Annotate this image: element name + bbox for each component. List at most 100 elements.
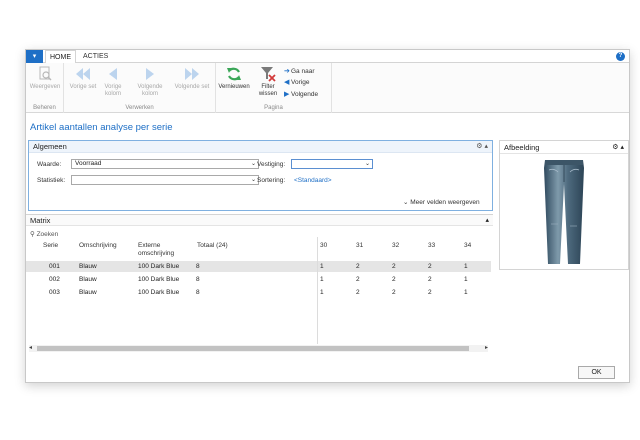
table-row[interactable]: 002 Blauw 100 Dark Blue 8 1 2 2 2 1 (26, 274, 491, 285)
column-header-externe-omschrijving[interactable]: Externe omschrijving (138, 242, 188, 257)
search-label: Zoeken (36, 231, 59, 238)
ok-button[interactable]: OK (578, 366, 615, 379)
settings-icon[interactable]: ⚙ (612, 144, 618, 151)
cell-externe-omschrijving: 100 Dark Blue (138, 289, 180, 296)
vorige-set-label: Vorige set (69, 84, 97, 90)
vernieuwen-label: Vernieuwen (218, 84, 250, 90)
go-to-arrow-icon: ➔ (284, 68, 290, 75)
cell-externe-omschrijving: 100 Dark Blue (138, 276, 180, 283)
search-button[interactable]: ⚲ Zoeken (30, 230, 58, 238)
table-row[interactable]: 003 Blauw 100 Dark Blue 8 1 2 2 2 1 (26, 287, 491, 298)
filter-wissen-label: Filter wissen (258, 84, 278, 97)
vestiging-label: Vestiging: (257, 161, 286, 168)
volgende-set-button[interactable]: Volgende set (174, 66, 210, 91)
volgende-label: Volgende (291, 91, 319, 98)
left-arrow-icon (109, 68, 117, 80)
cell-serie: 002 (49, 276, 60, 283)
chevron-down-icon: ⌄ (403, 199, 409, 206)
clear-filter-icon (261, 67, 276, 82)
volgende-kolom-label: Volgende kolom (137, 84, 163, 97)
ga-naar-button[interactable]: ➔Ga naar (284, 67, 315, 76)
volgende-kolom-button[interactable]: Volgende kolom (132, 66, 168, 97)
page-window: ▾ HOME ACTIES ? Weergeven Beheren Vorige… (25, 49, 630, 383)
sortering-link[interactable]: <Standaard> (294, 177, 332, 184)
settings-icon[interactable]: ⚙ (476, 143, 482, 150)
meer-velden-label: Meer velden weergeven (410, 199, 480, 206)
binoculars-icon: ⚲ (30, 231, 35, 238)
chevron-down-icon: ⌄ (250, 161, 256, 167)
cell-serie: 003 (49, 289, 60, 296)
help-icon[interactable]: ? (616, 52, 625, 61)
filter-wissen-button[interactable]: Filter wissen (254, 66, 282, 97)
waarde-select[interactable]: Voorraad ⌄ (71, 159, 259, 169)
tab-home[interactable]: HOME (45, 50, 76, 64)
cell-omschrijving: Blauw (79, 276, 97, 283)
statistiek-select[interactable]: ⌄ (71, 175, 259, 185)
afbeelding-header[interactable]: Afbeelding ⚙ ▴ (500, 141, 628, 154)
volgende-button[interactable]: ▶ Volgende (284, 90, 318, 99)
scroll-left-icon[interactable]: ◂ (29, 344, 32, 351)
application-menu-button[interactable]: ▾ (26, 50, 43, 63)
matrix-header[interactable]: Matrix ▴ (26, 215, 493, 226)
cell-33: 2 (428, 276, 432, 283)
column-header-32[interactable]: 32 (392, 242, 399, 250)
algemeen-title: Algemeen (33, 142, 67, 151)
algemeen-header[interactable]: Algemeen ⚙ ▴ (29, 141, 492, 153)
double-left-arrow-icon (76, 68, 90, 80)
group-label-pagina: Pagina (264, 105, 283, 111)
weergeven-button[interactable]: Weergeven (28, 66, 62, 91)
column-header-33[interactable]: 33 (428, 242, 435, 250)
column-header-totaal[interactable]: Totaal (24) (197, 242, 228, 250)
ribbon-group-verwerken: Vorige set Vorige kolom Volgende kolom V… (64, 63, 216, 113)
collapse-icon[interactable]: ▴ (620, 144, 624, 151)
cell-31: 2 (356, 263, 360, 270)
vernieuwen-button[interactable]: Vernieuwen (216, 66, 252, 91)
meer-velden-button[interactable]: ⌄ Meer velden weergeven (403, 198, 480, 206)
afbeelding-title: Afbeelding (504, 143, 540, 152)
cell-34: 1 (464, 289, 468, 296)
weergeven-label: Weergeven (29, 84, 61, 90)
cell-totaal: 8 (196, 289, 200, 296)
afbeelding-factbox: Afbeelding ⚙ ▴ (499, 140, 629, 270)
vorige-button[interactable]: ◀ Vorige (284, 78, 309, 87)
ribbon-group-pagina: Vernieuwen Filter wissen ➔Ga naar ◀ Vorig… (216, 63, 332, 113)
cell-32: 2 (392, 276, 396, 283)
column-header-34[interactable]: 34 (464, 242, 471, 250)
factbox-tools: ⚙ ▴ (612, 141, 624, 154)
fasttab-tools: ⚙ ▴ (476, 141, 488, 153)
matrix-title: Matrix (30, 216, 51, 225)
group-label-beheren: Beheren (33, 105, 56, 111)
vestiging-select[interactable]: ⌄ (291, 159, 373, 169)
horizontal-scrollbar[interactable]: ◂ ▸ (29, 345, 488, 352)
table-row[interactable]: 001 Blauw 100 Dark Blue 8 1 2 2 2 1 (26, 261, 491, 272)
chevron-down-icon: ⌄ (250, 177, 256, 183)
matrix-part: Matrix ▴ ⚲ Zoeken Serie Omschrijving Ext… (26, 214, 493, 360)
cell-30: 1 (320, 263, 324, 270)
waarde-value: Voorraad (75, 160, 102, 167)
previous-triangle-icon: ◀ (284, 79, 290, 86)
waarde-label: Waarde: (37, 161, 62, 168)
column-header-31[interactable]: 31 (356, 242, 363, 250)
column-header-30[interactable]: 30 (320, 242, 327, 250)
vorige-set-button[interactable]: Vorige set (68, 66, 98, 91)
column-header-serie[interactable]: Serie (43, 242, 58, 250)
jeans-image (544, 160, 584, 264)
cell-34: 1 (464, 276, 468, 283)
tab-acties[interactable]: ACTIES (79, 50, 112, 63)
scrollbar-thumb[interactable] (37, 346, 469, 351)
collapse-icon[interactable]: ▴ (484, 143, 488, 150)
scroll-right-icon[interactable]: ▸ (485, 344, 488, 351)
cell-33: 2 (428, 263, 432, 270)
ga-naar-label: Ga naar (291, 68, 315, 75)
cell-33: 2 (428, 289, 432, 296)
collapse-icon[interactable]: ▴ (485, 215, 489, 226)
ribbon-group-beheren: Weergeven Beheren (26, 63, 64, 113)
cell-31: 2 (356, 276, 360, 283)
ribbon-tabbar: ▾ HOME ACTIES ? (26, 50, 629, 64)
statistiek-label: Statistiek: (37, 177, 66, 184)
magnifier-document-icon (39, 66, 52, 81)
cell-totaal: 8 (196, 276, 200, 283)
column-header-omschrijving[interactable]: Omschrijving (79, 242, 117, 250)
right-arrow-icon (146, 68, 154, 80)
vorige-kolom-button[interactable]: Vorige kolom (98, 66, 128, 97)
